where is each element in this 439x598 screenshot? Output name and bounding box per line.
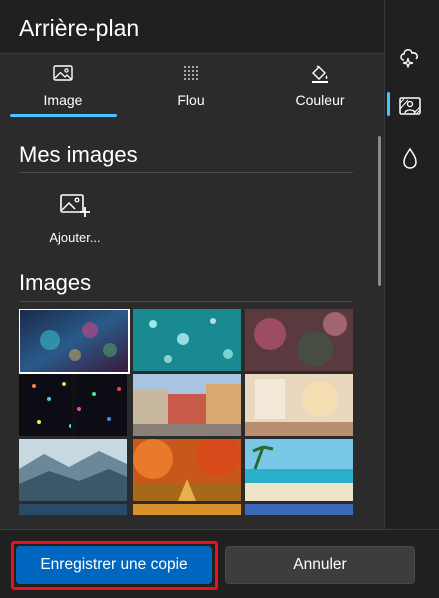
thumbnail-tropical-beach[interactable]: [245, 439, 353, 501]
tab-bar: Image Flou Couleur: [0, 56, 384, 118]
tab-blur[interactable]: Flou: [136, 56, 246, 118]
tab-blur-label: Flou: [177, 92, 205, 108]
tab-color[interactable]: Couleur: [265, 56, 375, 118]
add-image-button[interactable]: Ajouter...: [40, 192, 110, 250]
thumbnail-misty-mountains[interactable]: [19, 439, 127, 501]
my-images-title: Mes images: [19, 142, 138, 167]
thumbnail-colorful-dots[interactable]: [19, 374, 127, 436]
thumbnail-autumn-park[interactable]: [133, 432, 241, 501]
right-rail: [384, 0, 439, 598]
thumbnail-venice-street[interactable]: [133, 374, 241, 436]
my-images-divider: [19, 172, 353, 173]
cancel-button[interactable]: Annuler: [225, 546, 415, 584]
thumbnail-partial-3[interactable]: [245, 504, 353, 515]
scrollbar[interactable]: [378, 136, 381, 286]
drop-icon[interactable]: [396, 145, 424, 173]
tab-image[interactable]: Image: [8, 56, 118, 118]
thumbnail-cozy-room[interactable]: [245, 374, 353, 436]
images-divider: [19, 301, 353, 302]
tab-color-label: Couleur: [295, 92, 345, 108]
thumbnail-rain-neon[interactable]: [19, 309, 130, 374]
thumbnail-pink-bokeh[interactable]: [245, 309, 353, 371]
image-gallery: [19, 309, 353, 515]
images-title: Images: [19, 270, 92, 295]
rail-active-indicator: [387, 92, 390, 116]
add-image-icon: [40, 192, 110, 224]
add-image-label: Ajouter...: [49, 230, 101, 245]
page-title: Arrière-plan: [19, 15, 140, 41]
image-icon: [8, 64, 118, 84]
save-copy-button[interactable]: Enregistrer une copie: [16, 546, 212, 584]
thumbnail-partial-2[interactable]: [133, 504, 241, 515]
effects-icon[interactable]: [396, 42, 424, 70]
background-icon[interactable]: [396, 92, 424, 120]
thumbnail-teal-bokeh[interactable]: [133, 309, 241, 371]
thumbnail-partial-1[interactable]: [19, 504, 127, 515]
paint-bucket-icon: [265, 64, 375, 84]
tab-image-label: Image: [43, 92, 83, 108]
blur-icon: [136, 64, 246, 84]
active-tab-indicator: [10, 114, 117, 117]
title-bar: Arrière-plan: [0, 0, 384, 54]
